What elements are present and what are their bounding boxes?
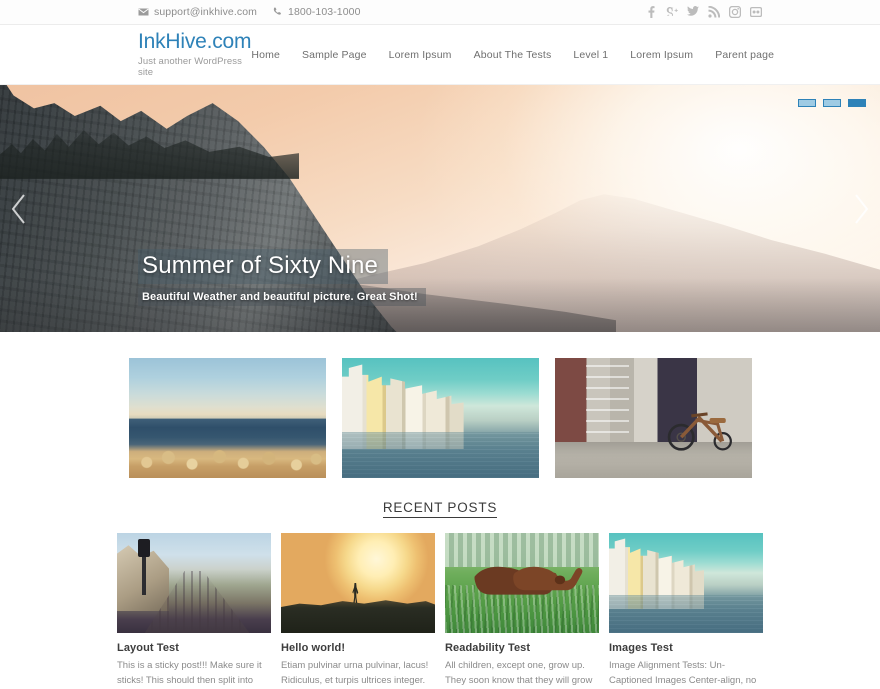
featured-image-seascape[interactable] (128, 358, 326, 478)
site-title[interactable]: InkHive.com (138, 30, 252, 53)
page-root: support@inkhive.com 1800-103-1000 InkHiv… (0, 0, 880, 689)
tricycle-shape (665, 401, 736, 456)
recent-posts-heading-text: RECENT POSTS (382, 500, 498, 518)
post-title[interactable]: Layout Test (117, 642, 271, 654)
nav-item-sample-page[interactable]: Sample Page (302, 49, 367, 61)
recent-posts-heading: RECENT POSTS (0, 500, 880, 518)
facebook-icon[interactable] (645, 6, 657, 18)
hero-slider: Summer of Sixty Nine Beautiful Weather a… (0, 85, 880, 332)
google-plus-icon[interactable] (666, 6, 678, 18)
top-contact-bar: support@inkhive.com 1800-103-1000 (0, 0, 880, 25)
phone-icon (273, 7, 283, 17)
nav-item-lorem-ipsum-1[interactable]: Lorem Ipsum (389, 49, 452, 61)
post-thumb-canal[interactable] (609, 533, 763, 633)
post-thumb-sunset[interactable] (281, 533, 435, 633)
hero-bottom-shade (0, 277, 880, 332)
contact-email-text: support@inkhive.com (154, 6, 258, 18)
contact-phone-text: 1800-103-1000 (288, 6, 361, 18)
canal-image (341, 358, 539, 478)
social-links-group (645, 6, 762, 18)
post-card-layout-test[interactable]: Layout Test This is a sticky post!!! Mak… (117, 533, 271, 689)
contact-email[interactable]: support@inkhive.com (138, 6, 257, 18)
post-excerpt: Image Alignment Tests: Un-Captioned Imag… (609, 660, 757, 686)
nav-item-level-1[interactable]: Level 1 (573, 49, 608, 61)
canal-image (609, 533, 763, 633)
recent-posts-grid: Layout Test This is a sticky post!!! Mak… (0, 533, 880, 689)
primary-navigation: Home Sample Page Lorem Ipsum About The T… (251, 49, 774, 61)
post-excerpt: All children, except one, grow up. They … (445, 660, 593, 686)
post-thumb-railway[interactable] (117, 533, 271, 633)
post-card-images-test[interactable]: Images Test Image Alignment Tests: Un-Ca… (609, 533, 763, 689)
featured-image-canal[interactable] (341, 358, 539, 478)
twitter-icon[interactable] (687, 6, 699, 18)
hero-subtitle: Beautiful Weather and beautiful picture.… (138, 288, 426, 306)
railway-signal-post (137, 539, 150, 595)
sunset-image (281, 533, 435, 633)
hero-title: Summer of Sixty Nine (138, 249, 389, 284)
instagram-icon[interactable] (729, 6, 741, 18)
post-excerpt: Etiam pulvinar urna pulvinar, lacus! Rid… (281, 660, 429, 686)
envelope-icon (138, 8, 149, 16)
post-thumb-dogs[interactable] (445, 533, 599, 633)
seascape-image (128, 358, 326, 478)
contact-info-group: support@inkhive.com 1800-103-1000 (138, 6, 361, 18)
post-title[interactable]: Readability Test (445, 642, 599, 654)
hero-slide-indicator-3[interactable] (848, 99, 866, 107)
nav-item-lorem-ipsum-2[interactable]: Lorem Ipsum (630, 49, 693, 61)
chevron-right-icon[interactable] (848, 189, 874, 229)
hero-slider-pagination (798, 99, 866, 107)
chevron-left-icon[interactable] (6, 189, 32, 229)
dogs-shape (457, 559, 586, 599)
featured-images-row (0, 332, 880, 478)
post-card-readability-test[interactable]: Readability Test All children, except on… (445, 533, 599, 689)
nav-item-parent-page[interactable]: Parent page (715, 49, 774, 61)
site-branding[interactable]: InkHive.com Just another WordPress site (138, 30, 252, 79)
post-excerpt: This is a sticky post!!! Make sure it st… (117, 660, 262, 686)
hero-slide-indicator-2[interactable] (823, 99, 841, 107)
hero-slide-indicator-1[interactable] (798, 99, 816, 107)
hero-caption: Summer of Sixty Nine Beautiful Weather a… (138, 249, 426, 306)
rss-icon[interactable] (708, 6, 720, 18)
contact-phone[interactable]: 1800-103-1000 (273, 6, 361, 18)
post-card-hello-world[interactable]: Hello world! Etiam pulvinar urna pulvina… (281, 533, 435, 689)
flickr-icon[interactable] (750, 6, 762, 18)
nav-item-about-the-tests[interactable]: About The Tests (474, 49, 552, 61)
post-title[interactable]: Hello world! (281, 642, 435, 654)
nav-item-home[interactable]: Home (251, 49, 280, 61)
site-tagline: Just another WordPress site (138, 56, 242, 79)
featured-image-tricycle[interactable] (554, 358, 752, 478)
post-title[interactable]: Images Test (609, 642, 763, 654)
site-header: InkHive.com Just another WordPress site … (0, 25, 880, 85)
